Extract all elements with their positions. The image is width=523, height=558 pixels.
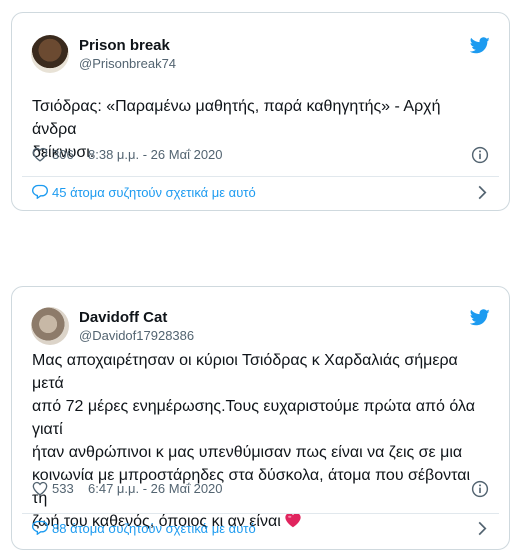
divider <box>22 513 499 514</box>
tweet-meta: 533 6:47 μ.μ. - 26 Μαΐ 2020 <box>32 480 489 498</box>
avatar[interactable] <box>31 307 69 345</box>
tweet-card-1[interactable]: Prison break @Prisonbreak74 Τσιόδρας: «Π… <box>11 12 510 211</box>
like-count: 306 <box>52 147 74 162</box>
comment-bubble-icon <box>32 184 48 199</box>
like-count: 533 <box>52 481 74 496</box>
display-name[interactable]: Davidoff Cat <box>79 309 167 326</box>
user-handle[interactable]: @Davidof17928386 <box>79 328 194 343</box>
chevron-right-icon[interactable] <box>477 521 487 536</box>
twitter-bird-icon[interactable] <box>470 309 490 326</box>
user-handle[interactable]: @Prisonbreak74 <box>79 56 176 71</box>
info-icon[interactable] <box>471 480 489 498</box>
discussion-link[interactable]: 45 άτομα συζητούν σχετικά με αυτό <box>32 183 489 203</box>
tweet-text-line: Μας αποχαιρέτησαν οι κύριοι Τσιόδρας κ Χ… <box>32 352 458 392</box>
avatar[interactable] <box>31 35 69 73</box>
heart-icon[interactable] <box>32 481 48 496</box>
tweet-text: Μας αποχαιρέτησαν οι κύριοι Τσιόδρας κ Χ… <box>32 349 489 533</box>
comment-bubble-icon <box>32 520 48 535</box>
divider <box>22 176 499 177</box>
tweet-text-line: ήταν ανθρώπινοι κ μας υπενθύμισαν πως εί… <box>32 444 463 461</box>
tweet-text-line: Τσιόδρας: «Παραμένω μαθητής, παρά καθηγη… <box>32 98 441 138</box>
tweet-header: Prison break @Prisonbreak74 <box>31 35 490 75</box>
tweet-text-line: από 72 μέρες ενημέρωσης.Τους ευχαριστούμ… <box>32 398 475 438</box>
chevron-right-icon[interactable] <box>477 185 487 200</box>
tweet-timestamp[interactable]: 8:38 μ.μ. - 26 Μαΐ 2020 <box>88 147 223 162</box>
tweet-header: Davidoff Cat @Davidof17928386 <box>31 307 490 347</box>
display-name[interactable]: Prison break <box>79 37 170 54</box>
discussion-text[interactable]: 88 άτομα συζητούν σχετικά με αυτό <box>52 521 256 536</box>
twitter-bird-icon[interactable] <box>470 37 490 54</box>
tweet-meta: 306 8:38 μ.μ. - 26 Μαΐ 2020 <box>32 146 489 164</box>
info-icon[interactable] <box>471 146 489 164</box>
discussion-text[interactable]: 45 άτομα συζητούν σχετικά με αυτό <box>52 185 256 200</box>
discussion-link[interactable]: 88 άτομα συζητούν σχετικά με αυτό <box>32 519 489 539</box>
tweet-card-2[interactable]: Davidoff Cat @Davidof17928386 Μας αποχαι… <box>11 286 510 550</box>
tweet-timestamp[interactable]: 6:47 μ.μ. - 26 Μαΐ 2020 <box>88 481 223 496</box>
heart-icon[interactable] <box>32 147 48 162</box>
